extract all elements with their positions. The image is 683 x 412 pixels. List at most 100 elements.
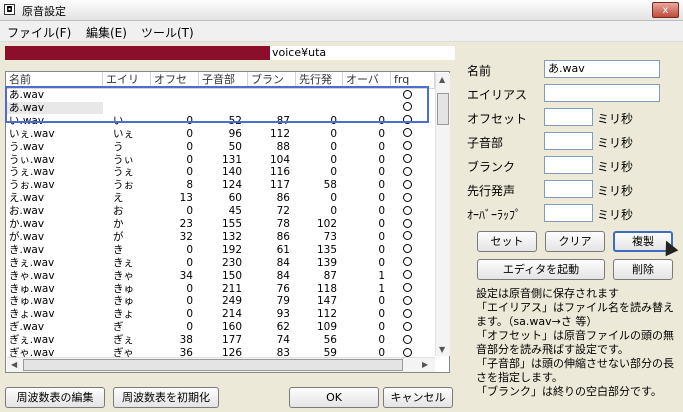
cell-offset: 38 — [179, 334, 193, 347]
cell-preutter: 58 — [323, 179, 337, 192]
cell-name: ぎぇ.wav — [9, 334, 55, 347]
launch-editor-button[interactable]: エディタを起動 — [477, 259, 605, 280]
cell-consonant: 132 — [221, 230, 242, 243]
init-freq-button[interactable]: 周波数表を初期化 — [113, 387, 219, 408]
cell-alias: きょ — [113, 308, 134, 321]
cell-overlap: 0 — [378, 243, 385, 256]
vertical-scrollbar[interactable]: ▲ ▼ — [435, 73, 450, 356]
note-alias: 「エイリアス」はファイル名を読み替えます。（sa.wav→さ 等） — [476, 301, 674, 328]
scroll-left-icon[interactable]: ◀ — [11, 360, 17, 369]
note-save: 設定は原音側に保存されます — [476, 287, 619, 300]
scroll-up-icon[interactable]: ▲ — [439, 75, 445, 84]
menu-edit[interactable]: 編集(E) — [86, 24, 127, 41]
scroll-down-icon[interactable]: ▼ — [439, 345, 445, 354]
cell-consonant: 50 — [228, 140, 242, 153]
cell-alias: え — [113, 192, 124, 205]
table-row[interactable]: ぎ.wav ぎ 0 160 62 109 0 — [6, 321, 435, 333]
vertical-scroll-thumb[interactable] — [437, 93, 449, 125]
table-row[interactable]: ぎぇ.wav ぎぇ 38 177 74 56 0 — [6, 334, 435, 346]
note-consonant: 「子音部」は頭の伸縮させない部分の長さを指定します。 — [476, 357, 674, 384]
cell-preutter: 0 — [330, 205, 337, 218]
cell-blank: 72 — [276, 205, 290, 218]
cell-preutter: 87 — [323, 269, 337, 282]
cell-consonant: 211 — [221, 282, 242, 295]
delete-button[interactable]: 削除 — [613, 259, 673, 280]
frq-indicator-icon — [403, 154, 419, 166]
frq-indicator-icon — [403, 205, 419, 217]
table-row[interactable]: うぃ.wav うぃ 0 131 104 0 0 — [6, 154, 435, 166]
menu-tools[interactable]: ツール(T) — [141, 24, 194, 41]
menu-bar: ファイル(F) 編集(E) ツール(T) — [0, 21, 683, 42]
cell-offset: 0 — [186, 205, 193, 218]
cell-alias: ぎ — [113, 321, 124, 334]
path-redacted-bar — [5, 46, 270, 60]
cell-offset: 8 — [186, 179, 193, 192]
alias-field[interactable] — [544, 84, 660, 102]
frq-indicator-icon — [403, 128, 419, 140]
close-button[interactable]: x — [652, 2, 679, 18]
blank-field[interactable] — [544, 156, 593, 174]
table-row[interactable]: か.wav か 23 155 78 102 0 — [6, 218, 435, 230]
cell-consonant: 160 — [221, 321, 242, 334]
cell-alias: が — [113, 230, 124, 243]
table-row[interactable]: うぇ.wav うぇ 0 140 116 0 0 — [6, 166, 435, 178]
cell-overlap: 1 — [378, 282, 385, 295]
cell-overlap: 0 — [378, 308, 385, 321]
cell-overlap: 0 — [378, 256, 385, 269]
cell-alias: きゅ — [113, 295, 134, 308]
set-button[interactable]: セット — [477, 231, 537, 252]
horizontal-scroll-thumb[interactable] — [23, 359, 403, 371]
cell-name: きぇ.wav — [9, 256, 55, 269]
cell-name: き.wav — [9, 243, 45, 256]
horizontal-scrollbar[interactable]: ◀ ▶ — [7, 357, 435, 372]
window-title: 原音設定 — [22, 5, 66, 18]
name-label: 名前 — [467, 64, 492, 78]
edit-freq-button[interactable]: 周波数表の編集 — [5, 387, 105, 408]
ok-button[interactable]: OK — [289, 387, 379, 408]
overlap-field[interactable] — [544, 204, 593, 222]
cell-offset: 32 — [179, 230, 193, 243]
app-icon: ◘ — [4, 4, 15, 15]
cell-overlap: 0 — [378, 140, 385, 153]
cell-blank: 74 — [276, 334, 290, 347]
frq-indicator-icon — [403, 192, 419, 204]
consonant-field[interactable] — [544, 132, 593, 150]
cell-offset: 0 — [186, 140, 193, 153]
cell-preutter: 135 — [316, 243, 337, 256]
cell-name: きゃ.wav — [9, 269, 55, 282]
cell-alias: ぎぇ — [113, 334, 134, 347]
cell-consonant: 45 — [228, 205, 242, 218]
table-row[interactable]: きょ.wav きょ 0 214 93 112 0 — [6, 308, 435, 320]
preutter-unit: ミリ秒 — [597, 184, 634, 198]
cell-overlap: 0 — [378, 127, 385, 140]
cell-blank: 117 — [269, 179, 290, 192]
table-row[interactable]: うぉ.wav うぉ 8 124 117 58 0 — [6, 179, 435, 191]
cell-blank: 86 — [276, 192, 290, 205]
frq-indicator-icon — [403, 295, 419, 307]
cell-overlap: 0 — [378, 153, 385, 166]
table-row[interactable]: きゅ.wav きゅ 0 249 79 147 0 — [6, 295, 435, 307]
table-row[interactable]: え.wav え 13 60 86 0 0 — [6, 192, 435, 204]
cell-alias: うぇ — [113, 166, 134, 179]
table-row[interactable]: きゅ.wav きゅ 0 211 76 118 1 — [6, 283, 435, 295]
cell-alias: うぉ — [113, 179, 134, 192]
menu-file[interactable]: ファイル(F) — [7, 24, 71, 41]
clear-button[interactable]: クリア — [545, 231, 605, 252]
cell-alias: お — [113, 205, 124, 218]
cell-preutter: 139 — [316, 256, 337, 269]
name-field[interactable]: あ.wav — [544, 60, 660, 78]
table-row[interactable]: お.wav お 0 45 72 0 0 — [6, 205, 435, 217]
cell-blank: 76 — [276, 282, 290, 295]
table-row[interactable]: きぇ.wav きぇ 0 230 84 139 0 — [6, 257, 435, 269]
table-row[interactable]: いぇ.wav いぇ 0 96 112 0 0 — [6, 128, 435, 140]
preutter-field[interactable] — [544, 180, 593, 198]
table-row[interactable]: きゃ.wav きゃ 34 150 84 87 1 — [6, 270, 435, 282]
offset-field[interactable] — [544, 108, 593, 126]
cell-overlap: 0 — [378, 192, 385, 205]
scroll-right-icon[interactable]: ▶ — [422, 360, 428, 369]
table-row[interactable]: が.wav が 32 132 86 73 0 — [6, 231, 435, 243]
table-row[interactable]: う.wav う 0 50 88 0 0 — [6, 141, 435, 153]
table-row[interactable]: き.wav き 0 192 61 135 0 — [6, 244, 435, 256]
frq-indicator-icon — [403, 141, 419, 153]
cancel-button[interactable]: キャンセル — [383, 387, 453, 408]
